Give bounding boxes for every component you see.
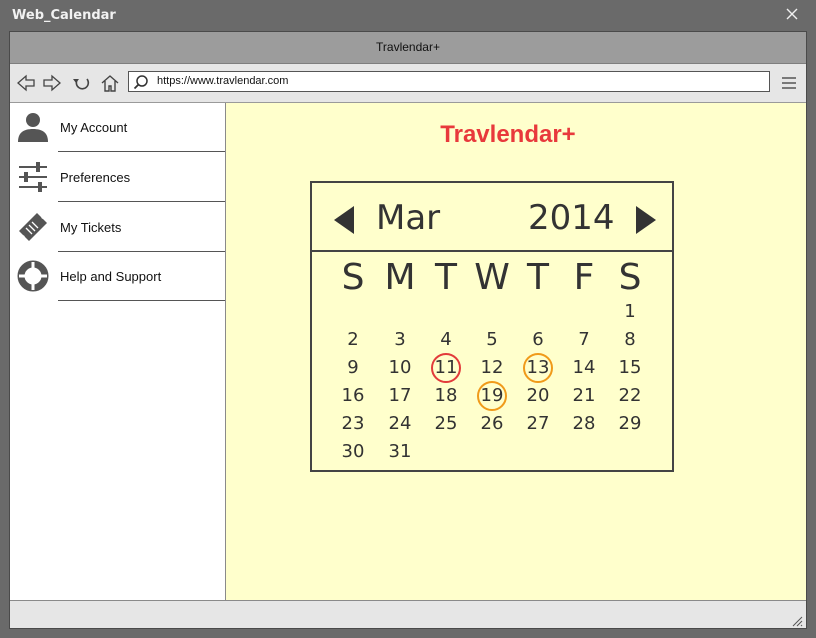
sidebar-item-my-tickets[interactable]: My Tickets xyxy=(10,203,225,252)
calendar-header: Mar 2014 xyxy=(312,183,672,252)
sidebar-item-label: My Account xyxy=(60,120,128,135)
sidebar-item-my-account[interactable]: My Account xyxy=(10,103,225,152)
sidebar-item-preferences[interactable]: Preferences xyxy=(10,153,225,202)
calendar-day[interactable]: 30 xyxy=(338,437,368,467)
browser-frame: Travlendar+ https://www.travlendar.com M… xyxy=(9,31,807,629)
calendar-day[interactable]: 4 xyxy=(431,325,461,355)
calendar-day[interactable]: 10 xyxy=(385,353,415,383)
tab-title[interactable]: Travlendar+ xyxy=(10,40,806,54)
calendar-widget: Mar 2014 S M T W T F S 1 2 3 4 5 6 7 8 9 10 11 12 13 14 15 16 1… xyxy=(310,181,674,472)
weekday-header: S xyxy=(618,257,642,298)
url-text[interactable]: https://www.travlendar.com xyxy=(157,75,288,87)
resize-grip-icon[interactable] xyxy=(791,615,803,627)
calendar-day[interactable]: 23 xyxy=(338,409,368,439)
app-window: Web_Calendar Travlendar+ https://www.tra… xyxy=(0,0,816,638)
sidebar-item-help-and-support[interactable]: Help and Support xyxy=(10,252,225,301)
calendar-day[interactable]: 1 xyxy=(615,297,645,327)
lifebuoy-icon xyxy=(17,260,49,292)
home-icon[interactable] xyxy=(100,73,120,93)
search-icon xyxy=(133,75,148,90)
status-bar xyxy=(10,600,806,628)
sidebar-item-label: Preferences xyxy=(60,170,131,185)
brand-title: Travlendar+ xyxy=(440,121,576,148)
calendar-day[interactable]: 24 xyxy=(385,409,415,439)
back-icon[interactable] xyxy=(16,73,36,93)
calendar-day[interactable]: 21 xyxy=(569,381,599,411)
calendar-day[interactable]: 8 xyxy=(615,325,645,355)
sidebar-divider xyxy=(58,300,225,301)
sidebar-item-label: Help and Support xyxy=(60,269,162,284)
calendar-day[interactable]: 14 xyxy=(569,353,599,383)
calendar-day[interactable]: 17 xyxy=(385,381,415,411)
calendar-day[interactable]: 7 xyxy=(569,325,599,355)
sidebar-divider xyxy=(58,151,225,152)
weekday-header: F xyxy=(573,257,595,298)
weekday-header: T xyxy=(435,257,457,298)
calendar-day[interactable]: 26 xyxy=(477,409,507,439)
reload-icon[interactable] xyxy=(72,73,92,93)
calendar-day[interactable]: 15 xyxy=(615,353,645,383)
calendar-day[interactable]: 20 xyxy=(523,381,553,411)
calendar-day[interactable]: 3 xyxy=(385,325,415,355)
navigation-bar: https://www.travlendar.com xyxy=(10,64,806,103)
main-content: Travlendar+ Mar 2014 S M T W T F S 1 2 3 4 5 6 7 8 9 10 1… xyxy=(226,103,806,600)
weekday-header: M xyxy=(384,257,416,298)
close-icon[interactable] xyxy=(784,6,800,22)
calendar-day[interactable]: 6 xyxy=(523,325,553,355)
calendar-day[interactable]: 31 xyxy=(385,437,415,467)
calendar-month[interactable]: Mar xyxy=(376,198,440,238)
calendar-day[interactable]: 16 xyxy=(338,381,368,411)
hamburger-menu-icon[interactable] xyxy=(781,76,797,90)
sidebar-divider xyxy=(58,201,225,202)
weekday-header: T xyxy=(527,257,549,298)
calendar-day-event[interactable]: 13 xyxy=(523,353,553,383)
forward-icon[interactable] xyxy=(42,73,62,93)
calendar-day-today[interactable]: 11 xyxy=(431,353,461,383)
calendar-day[interactable]: 29 xyxy=(615,409,645,439)
window-title: Web_Calendar xyxy=(12,8,116,23)
ticket-icon xyxy=(19,213,47,241)
calendar-day[interactable]: 25 xyxy=(431,409,461,439)
weekday-header: W xyxy=(474,257,510,298)
calendar-day[interactable]: 28 xyxy=(569,409,599,439)
calendar-day[interactable]: 18 xyxy=(431,381,461,411)
calendar-day[interactable]: 27 xyxy=(523,409,553,439)
weekday-header: S xyxy=(341,257,365,298)
user-icon xyxy=(18,113,48,142)
sidebar: My Account Preferences My Tickets Help a… xyxy=(10,103,226,600)
calendar-day[interactable]: 9 xyxy=(338,353,368,383)
calendar-day[interactable]: 2 xyxy=(338,325,368,355)
calendar-year[interactable]: 2014 xyxy=(528,198,615,238)
next-month-icon[interactable] xyxy=(634,204,658,236)
address-bar[interactable]: https://www.travlendar.com xyxy=(128,71,770,92)
calendar-day[interactable]: 22 xyxy=(615,381,645,411)
calendar-day[interactable]: 12 xyxy=(477,353,507,383)
sidebar-item-label: My Tickets xyxy=(60,220,122,235)
sliders-icon xyxy=(19,162,47,192)
previous-month-icon[interactable] xyxy=(332,204,356,236)
calendar-day-event[interactable]: 19 xyxy=(477,381,507,411)
tab-bar: Travlendar+ xyxy=(10,32,806,64)
calendar-day[interactable]: 5 xyxy=(477,325,507,355)
